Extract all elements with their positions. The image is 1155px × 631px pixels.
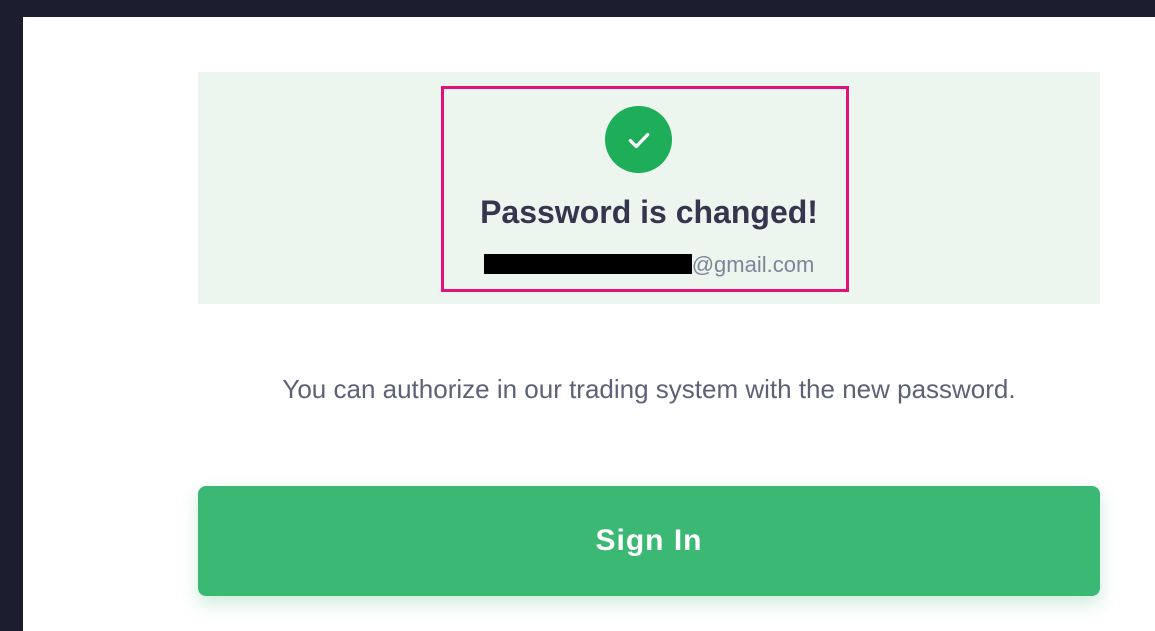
- redacted-email-part: [483, 254, 692, 274]
- sign-in-button-label: Sign In: [595, 524, 703, 557]
- sign-in-button[interactable]: Sign In: [198, 486, 1100, 596]
- success-panel: Password is changed! @gmail.com: [198, 72, 1100, 304]
- email-suffix: @gmail.com: [691, 252, 815, 277]
- status-title: Password is changed!: [480, 194, 818, 230]
- password-changed-card: Password is changed! @gmail.com You can …: [23, 17, 1155, 631]
- info-message: You can authorize in our trading system …: [282, 374, 1016, 404]
- check-icon: [605, 106, 672, 173]
- account-email: @gmail.com: [198, 252, 1100, 278]
